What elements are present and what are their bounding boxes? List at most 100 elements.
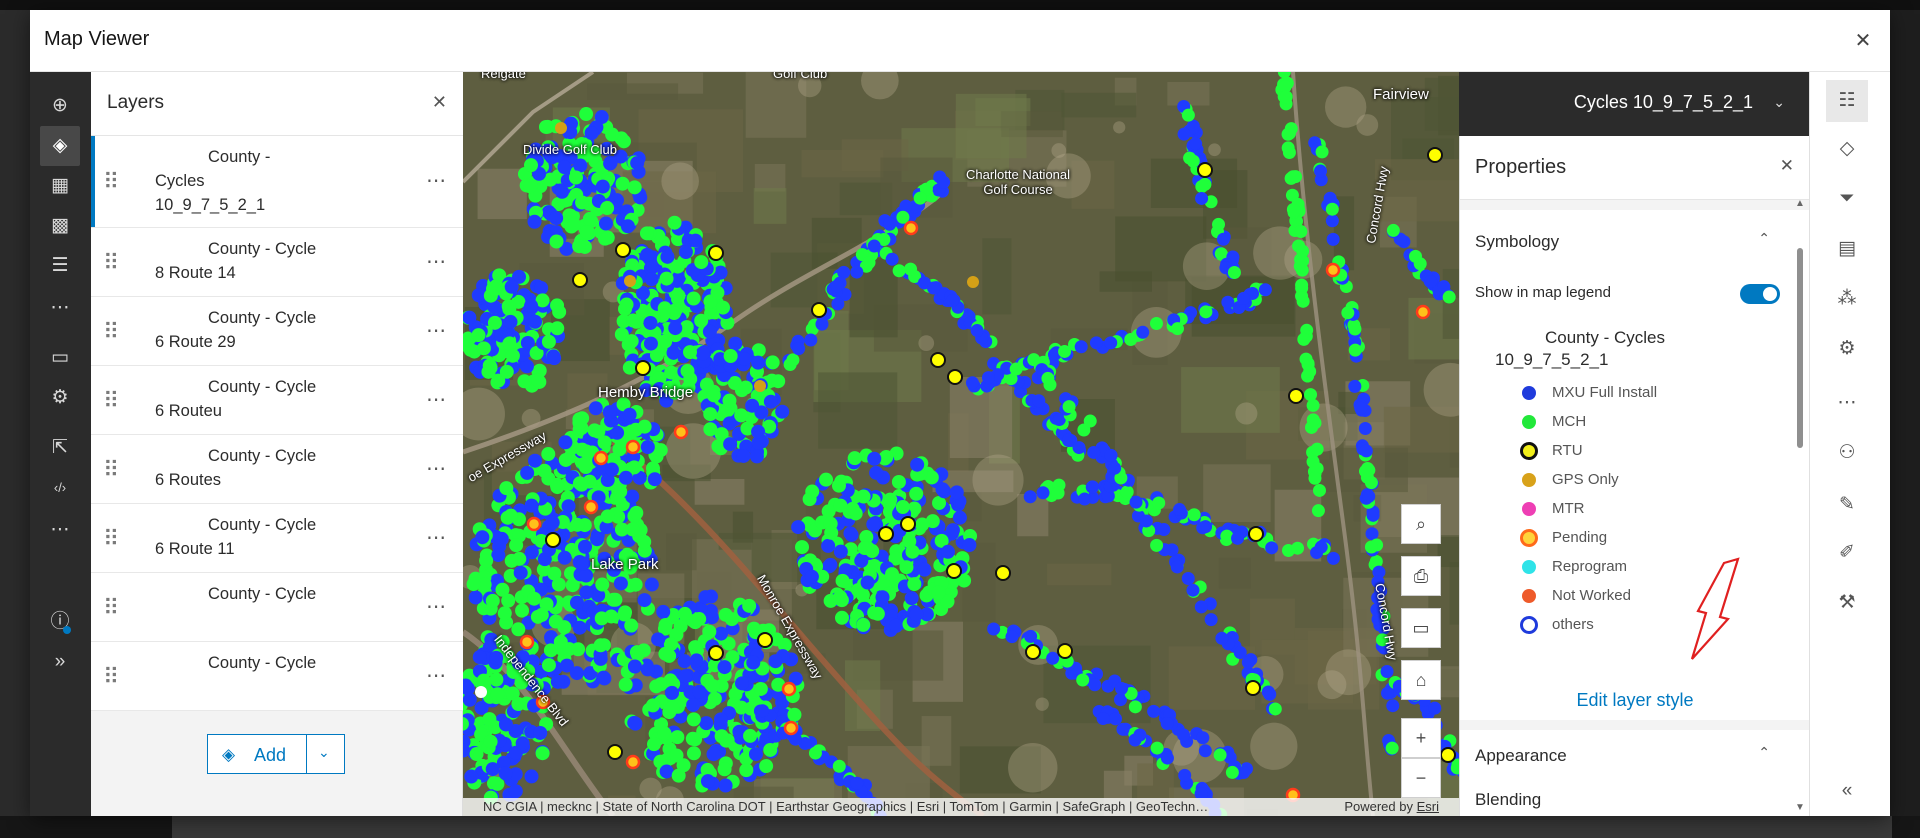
search-icon[interactable]: ⌕	[1401, 504, 1441, 544]
drag-handle-icon[interactable]: ⠿	[103, 251, 119, 274]
more-options-icon[interactable]: ⋯	[426, 525, 447, 550]
more-options-icon[interactable]: ⋯	[426, 318, 447, 343]
table-icon[interactable]: ▦	[40, 166, 80, 206]
add-layer-button[interactable]: ◈ Add ⌄	[207, 734, 345, 774]
collapse-icon[interactable]: «	[1826, 770, 1868, 812]
meter-point	[832, 759, 846, 773]
folder-icon[interactable]: ▭	[40, 338, 80, 378]
drag-handle-icon[interactable]: ⠿	[103, 527, 119, 550]
meter-point	[1213, 748, 1227, 762]
drag-handle-icon[interactable]: ⠿	[103, 171, 119, 193]
meter-point	[970, 324, 984, 338]
more-icon[interactable]: ⋯	[40, 288, 80, 328]
layer-list-item[interactable]: ⠿ County - Cycle 8 Route 14 ⋯	[91, 228, 463, 297]
layer-list-item[interactable]: ⠿ County - Cycle 6 Route 11 ⋯	[91, 504, 463, 573]
meter-point	[1198, 744, 1212, 758]
zoom-in-icon[interactable]: +	[1401, 718, 1441, 758]
layer-list-item[interactable]: ⠿ County - Cycle 6 Routes ⋯	[91, 435, 463, 504]
pop-ups-icon[interactable]: ▤	[1826, 228, 1868, 270]
share-icon[interactable]: ⇱	[40, 428, 80, 468]
more-options-icon[interactable]: ⋯	[426, 594, 447, 619]
layer-title: County - Cycle 6 Route 11	[155, 513, 316, 561]
scrollbar-thumb[interactable]	[1797, 248, 1803, 448]
toggle-knob	[1763, 287, 1777, 301]
edit-icon[interactable]: ✎	[1826, 484, 1868, 526]
rtu-point	[878, 526, 894, 542]
embed-icon[interactable]: ‹/›	[40, 468, 80, 508]
edit-layer-style-link[interactable]: Edit layer style	[1460, 690, 1809, 711]
scroll-up-icon[interactable]: ▲	[1795, 198, 1805, 209]
map-label: Lake Park	[591, 556, 659, 573]
drag-handle-icon[interactable]: ⠿	[103, 389, 119, 412]
clustering-icon[interactable]: ⁂	[1826, 278, 1868, 320]
info-icon[interactable]: ⓘ	[40, 602, 80, 642]
layers-icon[interactable]: ◈	[40, 126, 80, 166]
add-icon[interactable]: ⊕	[40, 86, 80, 126]
more-icon[interactable]: ⋯	[1826, 382, 1868, 424]
terrain-patch	[801, 149, 884, 178]
meter-point	[466, 577, 481, 592]
filter-icon[interactable]: ⏷	[1826, 178, 1868, 220]
layer-list-item[interactable]: ⠿ County - Cycle 6 Route 29 ⋯	[91, 297, 463, 366]
drag-handle-icon[interactable]: ⠿	[103, 596, 119, 619]
properties-close-icon[interactable]: ✕	[1780, 156, 1794, 176]
meter-point	[524, 498, 539, 513]
legend-icon[interactable]: ☰	[40, 246, 80, 286]
zoom-out-icon[interactable]: −	[1401, 758, 1441, 798]
meter-point	[1424, 275, 1438, 289]
terrain-patch	[1424, 77, 1459, 131]
symbology-title[interactable]: Symbology	[1475, 232, 1559, 252]
cleared-area	[918, 335, 935, 352]
add-dropdown-icon[interactable]: ⌄	[318, 744, 330, 761]
map-view[interactable]: Reigate Golf Club Fairview Divide Golf Club…	[463, 72, 1459, 816]
layer-list-item[interactable]: ⠿ County - Cycle ⋯	[91, 573, 463, 642]
print-icon[interactable]: ⎙	[1401, 556, 1441, 596]
meter-point	[680, 363, 695, 378]
drag-handle-icon[interactable]: ⠿	[103, 320, 119, 343]
scroll-down-icon[interactable]: ▼	[1795, 802, 1805, 813]
meter-point	[624, 334, 639, 349]
styles-icon[interactable]: ◇	[1826, 128, 1868, 170]
meter-point	[821, 538, 836, 553]
attribution-text: NC CGIA | mecknc | State of North Caroli…	[483, 799, 1209, 814]
draw-icon[interactable]: ✐	[1826, 532, 1868, 574]
meter-point	[668, 321, 683, 336]
meter-point	[618, 677, 633, 692]
expand-icon[interactable]: »	[40, 642, 80, 682]
meter-point	[1152, 496, 1166, 510]
meter-point	[856, 617, 871, 632]
drag-handle-icon[interactable]: ⠿	[103, 665, 119, 688]
labels-icon[interactable]: ⚙	[1826, 328, 1868, 370]
show-in-legend-toggle[interactable]	[1740, 284, 1780, 304]
meter-point	[670, 259, 685, 274]
chevron-up-icon[interactable]: ⌃	[1758, 230, 1770, 247]
layer-list-item[interactable]: ⠿ County - Cycle 6 Routeu ⋯	[91, 366, 463, 435]
layers-panel-close-icon[interactable]: ✕	[432, 92, 447, 113]
layer-list-item[interactable]: ⠿ County - Cycle ⋯	[91, 642, 463, 711]
sketch-icon[interactable]: ⚇	[1826, 432, 1868, 474]
more-options-icon[interactable]: ⋯	[426, 249, 447, 274]
fullscreen-icon[interactable]: ▭	[1401, 608, 1441, 648]
more-icon-2[interactable]: ⋯	[40, 510, 80, 550]
properties-icon[interactable]: ☷	[1826, 80, 1868, 122]
chevron-up-icon[interactable]: ⌃	[1758, 744, 1770, 761]
settings-icon[interactable]: ⚙	[40, 378, 80, 418]
basemap-icon[interactable]: ▩	[40, 206, 80, 246]
home-icon[interactable]: ⌂	[1401, 660, 1441, 700]
meter-point	[579, 107, 594, 122]
properties-scrollbar[interactable]: ▲ ▼	[1795, 198, 1805, 816]
more-options-icon[interactable]: ⋯	[426, 168, 447, 193]
active-layer-dropdown[interactable]: Cycles 10_9_7_5_2_1 ⌄	[1459, 72, 1809, 136]
more-options-icon[interactable]: ⋯	[426, 456, 447, 481]
drag-handle-icon[interactable]: ⠿	[103, 458, 119, 481]
modal-close-icon[interactable]: ✕	[1850, 28, 1876, 54]
more-options-icon[interactable]: ⋯	[426, 663, 447, 688]
tools-icon[interactable]: ⚒	[1826, 582, 1868, 624]
layers-panel-title: Layers	[107, 92, 165, 113]
esri-link[interactable]: Esri	[1417, 799, 1439, 814]
layer-list-item[interactable]: ⠿ County - Cycles 10_9_7_5_2_1 ⋯	[91, 136, 463, 228]
meter-point	[533, 725, 548, 740]
appearance-title[interactable]: Appearance	[1475, 746, 1567, 766]
meter-point	[549, 234, 564, 249]
more-options-icon[interactable]: ⋯	[426, 387, 447, 412]
